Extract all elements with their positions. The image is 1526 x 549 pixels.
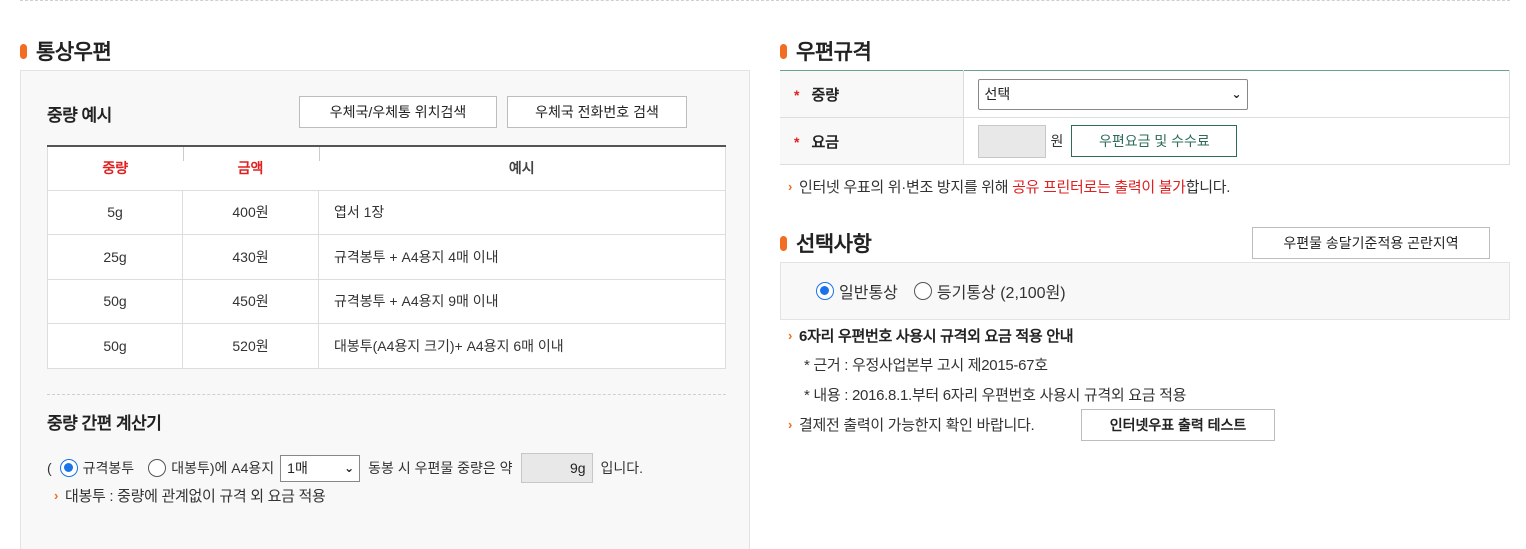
header-weight: 중량	[47, 146, 183, 191]
arrow-right-icon: ›	[54, 488, 59, 503]
arrow-right-icon: ›	[788, 328, 793, 343]
radio-standard-envelope[interactable]	[59, 459, 78, 477]
section-title-regular-mail: 통상우편	[20, 36, 112, 66]
table-row: 50g 450원 규격봉투 + A4용지 9매 이내	[47, 279, 726, 324]
print-check-notice: › 결제전 출력이 가능한지 확인 바랍니다.	[788, 417, 1035, 434]
dashed-divider	[47, 394, 726, 395]
fee-field	[977, 124, 1046, 158]
section-title-options: 선택사항	[780, 228, 872, 258]
regular-mail-panel: 중량 예시 우체국/우체통 위치검색 우체국 전화번호 검색 중량 금액 예시 …	[20, 70, 750, 549]
postal-spec-title: 우편규격	[796, 41, 872, 64]
section-title-postal-spec: 우편규격	[780, 36, 872, 66]
delivery-difficult-region-button[interactable]: 우편물 송달기준적용 곤란지역	[1252, 227, 1490, 259]
regular-mail-title: 통상우편	[36, 41, 112, 64]
bullet-icon	[20, 43, 27, 59]
table-row: 5g 400원 엽서 1장	[47, 190, 726, 235]
weight-example-title: 중량 예시	[47, 106, 112, 125]
a4-sheets-select[interactable]: 1매 ⌄	[280, 454, 361, 482]
header-price: 금액	[182, 146, 319, 191]
standard-envelope-label: 규격봉투	[82, 460, 135, 476]
radio-registered-mail[interactable]	[913, 282, 932, 300]
arrow-right-icon: ›	[788, 417, 793, 432]
normal-mail-label: 일반통상	[839, 285, 898, 302]
weight-result-field: 9g	[520, 453, 593, 483]
print-test-button[interactable]: 인터넷우표 출력 테스트	[1081, 409, 1275, 441]
weight-calculator-title: 중량 간편 계산기	[47, 414, 162, 433]
registered-mail-label: 등기통상 (2,100원)	[936, 285, 1066, 302]
print-warning-notice: › 인터넷 우표의 위·변조 방지를 위해 공유 프린터로는 출력이 불가 합니…	[788, 179, 1231, 196]
weight-calculator-row: ( 규격봉투 대봉투 )에 A4용지 1매 ⌄ 동봉 시 우편물 중량은 약 9…	[47, 453, 643, 483]
bullet-icon	[780, 235, 787, 251]
table-row: 25g 430원 규격봉투 + A4용지 4매 이내	[47, 234, 726, 280]
options-title: 선택사항	[796, 233, 872, 256]
postal-fee-button[interactable]: 우편요금 및 수수료	[1071, 125, 1238, 157]
chevron-down-icon: ⌄	[1231, 87, 1242, 101]
bullet-icon	[780, 43, 787, 59]
header-example: 예시	[318, 146, 726, 191]
mail-type-options: 일반통상 등기통상 (2,100원)	[780, 262, 1510, 320]
table-row: 50g 520원 대봉투(A4용지 크기)+ A4용지 6매 이내	[47, 323, 726, 369]
arrow-right-icon: ›	[788, 179, 793, 194]
weight-example-table: 중량 금액 예시 5g 400원 엽서 1장 25g 430원 규격봉투 + A…	[47, 145, 726, 369]
post-office-phone-search-button[interactable]: 우체국 전화번호 검색	[507, 96, 687, 128]
post-office-location-search-button[interactable]: 우체국/우체통 위치검색	[299, 96, 497, 128]
weight-select[interactable]: 선택 ⌄	[977, 78, 1248, 110]
zipcode-info-basis: * 근거 : 우정사업본부 고시 제2015-67호	[804, 357, 1048, 374]
large-envelope-note: › 대봉투 : 중량에 관계없이 규격 외 요금 적용	[54, 488, 326, 505]
radio-large-envelope[interactable]	[148, 459, 167, 477]
zipcode-info-content: * 내용 : 2016.8.1.부터 6자리 우편번호 사용시 규격외 요금 적…	[804, 387, 1187, 404]
zipcode-info-title: › 6자리 우편번호 사용시 규격외 요금 적용 안내	[788, 328, 1074, 345]
top-divider	[20, 0, 1510, 1]
chevron-down-icon: ⌄	[344, 461, 355, 475]
large-envelope-label: 대봉투	[171, 460, 210, 476]
postal-spec-table: * 중량 선택 ⌄ * 요금 원 우편요금 및 수수료	[780, 70, 1510, 165]
weight-label: * 중량	[780, 70, 964, 118]
radio-normal-mail[interactable]	[816, 282, 834, 300]
fee-label: * 요금	[780, 117, 964, 165]
